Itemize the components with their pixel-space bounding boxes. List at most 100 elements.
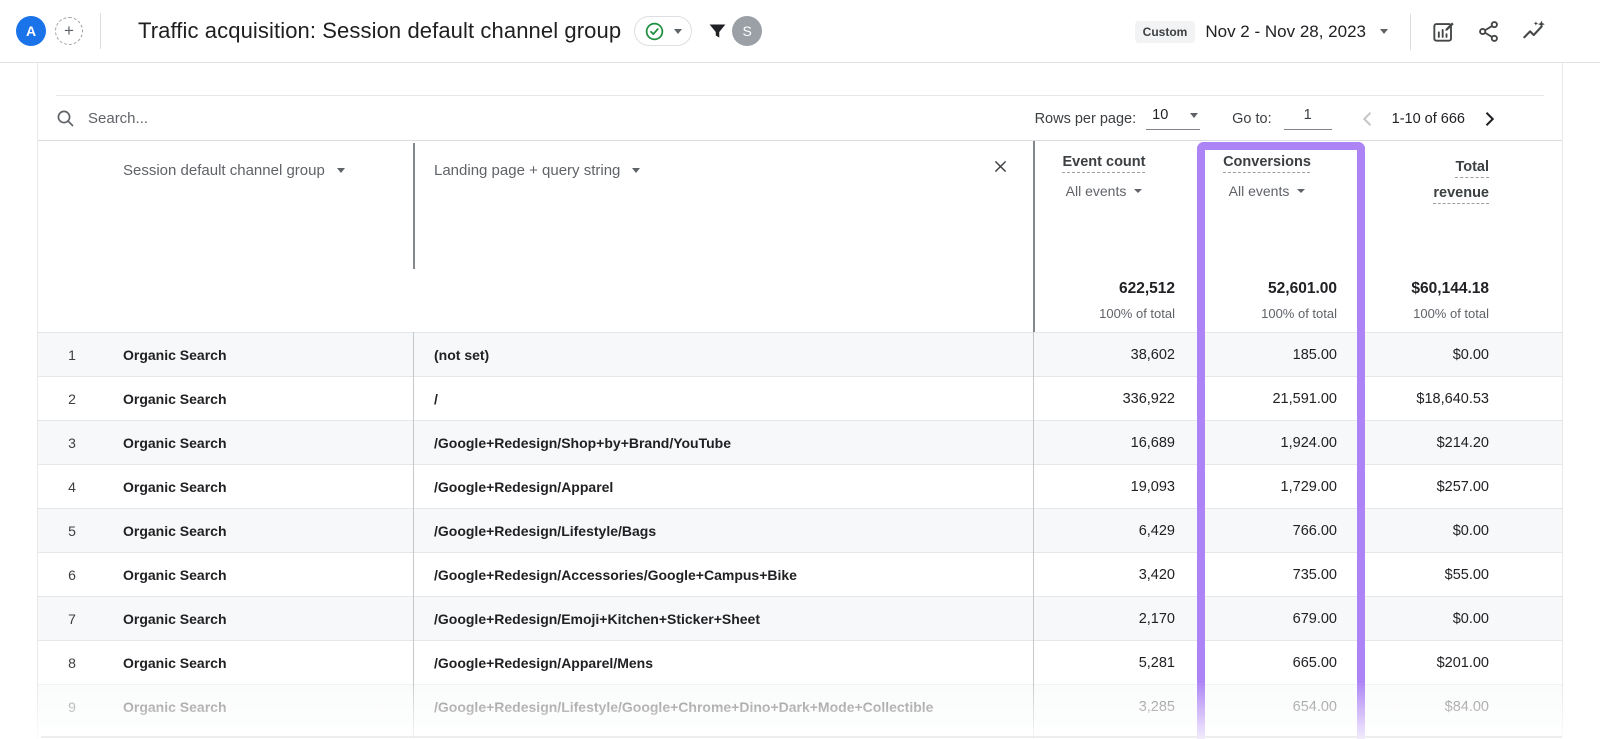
- table-toolbar: Rows per page: 10 Go to: 1 1-10 of 666: [56, 95, 1544, 140]
- channel-group-cell: Organic Search: [106, 699, 413, 715]
- total-revenue-cell: $0.00: [1365, 611, 1564, 627]
- table-row: 4 Organic Search /Google+Redesign/Appare…: [38, 464, 1562, 508]
- column-header-total-revenue[interactable]: Total revenue: [1365, 141, 1564, 266]
- conversions-cell: 1,729.00: [1197, 479, 1365, 495]
- landing-page-cell: /Google+Redesign/Shop+by+Brand/YouTube: [413, 435, 1033, 451]
- previous-page-button[interactable]: [1358, 109, 1378, 129]
- pagination-controls: Rows per page: 10 Go to: 1 1-10 of 666: [1035, 96, 1499, 141]
- total-value: 52,601.00: [1197, 280, 1337, 298]
- channel-group-cell: Organic Search: [106, 435, 413, 451]
- total-revenue-cell: $0.00: [1365, 347, 1564, 363]
- landing-page-cell: /: [413, 391, 1033, 407]
- event-count-cell: 5,281: [1033, 655, 1197, 671]
- report-status-pill[interactable]: [634, 16, 692, 46]
- total-event-count: 622,512 100% of total: [1033, 266, 1197, 332]
- channel-group-cell: Organic Search: [106, 479, 413, 495]
- total-revenue-cell: $201.00: [1365, 655, 1564, 671]
- column-header-event-count[interactable]: Event count All events: [1033, 141, 1197, 266]
- goto-label: Go to:: [1232, 111, 1272, 127]
- rows-per-page-select[interactable]: 10: [1146, 107, 1200, 130]
- date-range-picker[interactable]: Nov 2 - Nov 28, 2023: [1205, 22, 1388, 42]
- conversions-cell: 654.00: [1197, 699, 1365, 715]
- table-row: 3 Organic Search /Google+Redesign/Shop+b…: [38, 420, 1562, 464]
- row-number: 6: [38, 567, 106, 583]
- search-box[interactable]: [56, 109, 388, 128]
- table-row: 5 Organic Search /Google+Redesign/Lifest…: [38, 508, 1562, 552]
- total-revenue-cell: $84.00: [1365, 699, 1564, 715]
- row-number: 2: [38, 391, 106, 407]
- row-number: 9: [38, 699, 106, 715]
- next-page-button[interactable]: [1479, 109, 1499, 129]
- edit-report-icon[interactable]: [1431, 19, 1456, 44]
- event-count-cell: 19,093: [1033, 479, 1197, 495]
- landing-page-cell: /Google+Redesign/Lifestyle/Google+Chrome…: [413, 699, 1033, 715]
- chevron-down-icon: [632, 168, 640, 173]
- column-header-label: Session default channel group: [123, 162, 325, 179]
- search-icon: [56, 109, 75, 128]
- total-revenue: $60,144.18 100% of total: [1365, 266, 1564, 332]
- top-app-bar: A + Traffic acquisition: Session default…: [0, 0, 1600, 63]
- metric-sublabel[interactable]: All events: [1066, 183, 1143, 199]
- rows-per-page-label: Rows per page:: [1035, 111, 1137, 127]
- event-count-cell: 336,922: [1033, 391, 1197, 407]
- channel-group-cell: Organic Search: [106, 655, 413, 671]
- viewport-cutoff-line: [41, 736, 1562, 738]
- conversions-cell: 766.00: [1197, 523, 1365, 539]
- metric-sublabel[interactable]: All events: [1229, 183, 1306, 199]
- totals-row: 622,512 100% of total 52,601.00 100% of …: [38, 266, 1562, 332]
- avatar[interactable]: A: [16, 16, 46, 46]
- check-circle-icon: [644, 21, 665, 42]
- table-header-row: Session default channel group Landing pa…: [38, 141, 1562, 266]
- segment-badge[interactable]: S: [732, 16, 762, 46]
- date-preset-chip: Custom: [1135, 21, 1196, 43]
- landing-page-cell: /Google+Redesign/Emoji+Kitchen+Sticker+S…: [413, 611, 1033, 627]
- date-range-text: Nov 2 - Nov 28, 2023: [1205, 22, 1366, 42]
- row-number: 1: [38, 347, 106, 363]
- column-header-channel-group[interactable]: Session default channel group: [106, 141, 413, 266]
- chevron-down-icon: [1134, 189, 1142, 193]
- column-header-landing-page[interactable]: Landing page + query string: [413, 141, 1033, 266]
- conversions-cell: 679.00: [1197, 611, 1365, 627]
- landing-page-cell: /Google+Redesign/Apparel: [413, 479, 1033, 495]
- filter-icon[interactable]: [707, 21, 728, 42]
- channel-group-cell: Organic Search: [106, 391, 413, 407]
- ga4-report-page: A + Traffic acquisition: Session default…: [0, 0, 1600, 739]
- conversions-cell: 735.00: [1197, 567, 1365, 583]
- total-revenue-cell: $55.00: [1365, 567, 1564, 583]
- report-table-card: Rows per page: 10 Go to: 1 1-10 of 666: [37, 63, 1563, 739]
- chevron-down-icon: [1297, 189, 1305, 193]
- add-comparison-button[interactable]: +: [55, 17, 83, 45]
- landing-page-cell: /Google+Redesign/Lifestyle/Bags: [413, 523, 1033, 539]
- row-number: 3: [38, 435, 106, 451]
- column-divider: [1033, 141, 1035, 332]
- chevron-down-icon: [1380, 29, 1388, 34]
- table-row: 9 Organic Search /Google+Redesign/Lifest…: [38, 684, 1562, 728]
- total-share: 100% of total: [1033, 306, 1175, 321]
- remove-dimension-icon[interactable]: [992, 158, 1009, 175]
- search-input[interactable]: [88, 110, 388, 127]
- share-icon[interactable]: [1476, 19, 1501, 44]
- event-count-cell: 16,689: [1033, 435, 1197, 451]
- channel-group-cell: Organic Search: [106, 611, 413, 627]
- total-share: 100% of total: [1365, 306, 1489, 321]
- goto-page-value: 1: [1304, 107, 1312, 123]
- column-header-conversions[interactable]: Conversions All events: [1197, 141, 1365, 266]
- topbar-right-controls: Custom Nov 2 - Nov 28, 2023: [1135, 0, 1546, 63]
- metric-label: Event count: [1063, 154, 1146, 170]
- total-value: 622,512: [1033, 280, 1175, 298]
- row-number: 7: [38, 611, 106, 627]
- column-divider: [413, 143, 415, 269]
- column-divider: [413, 332, 414, 739]
- page-range-text: 1-10 of 666: [1392, 111, 1465, 127]
- table-row: 6 Organic Search /Google+Redesign/Access…: [38, 552, 1562, 596]
- divider: [100, 13, 101, 49]
- column-header-label: Landing page + query string: [434, 162, 620, 179]
- goto-page-input[interactable]: 1: [1284, 107, 1332, 130]
- event-count-cell: 3,285: [1033, 699, 1197, 715]
- event-count-cell: 38,602: [1033, 347, 1197, 363]
- row-number: 5: [38, 523, 106, 539]
- landing-page-cell: /Google+Redesign/Accessories/Google+Camp…: [413, 567, 1033, 583]
- event-count-cell: 6,429: [1033, 523, 1197, 539]
- insights-icon[interactable]: [1521, 19, 1546, 44]
- conversions-cell: 665.00: [1197, 655, 1365, 671]
